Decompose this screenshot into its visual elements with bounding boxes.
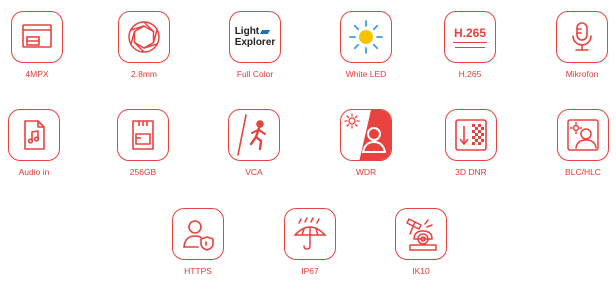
feature-blc-hlc: BLC/HLC [543,109,616,177]
feature-label: 3D DNR [455,167,487,177]
feature-label: 2.8mm [131,69,157,79]
resolution-icon [11,11,63,63]
feature-label: Full Color [236,69,274,79]
microphone-icon [556,11,608,63]
sd-card-icon [117,109,169,161]
audio-file-icon [8,109,60,161]
backlight-icon [557,109,609,161]
noise-reduction-icon [445,109,497,161]
feature-full-color: Light Explorer Full Color [215,11,295,79]
logo-text-explorer: Explorer [234,37,276,48]
feature-3d-dnr: 3D DNR [431,109,511,177]
feature-label: Audio in [18,167,50,177]
feature-wdr: WDR [326,109,406,177]
feature-label: Mikrofon [565,69,599,79]
feature-label: IP67 [301,266,319,276]
feature-h265: H.265 H.265 [430,11,510,79]
sun-icon [340,11,392,63]
h265-icon: H.265 [444,11,496,63]
feature-4mpx: 4MPX [0,11,77,79]
intrusion-icon [228,109,280,161]
light-explorer-icon: Light Explorer [229,11,281,63]
feature-lens: 2.8mm [104,11,184,79]
aperture-icon [118,11,170,63]
feature-label: BLC/HLC [565,167,601,177]
feature-label: HTTPS [184,266,212,276]
umbrella-rain-icon [284,208,336,260]
feature-white-led: White LED [326,11,406,79]
vandal-hammer-icon [395,208,447,260]
feature-ik10: IK10 [381,208,461,276]
h265-text: H.265 [452,26,488,43]
feature-label: White LED [345,69,387,79]
secure-user-icon [172,208,224,260]
feature-vca: VCA [214,109,294,177]
feature-label: 4MPX [25,69,49,79]
feature-storage: 256GB [103,109,183,177]
feature-label: WDR [355,167,377,177]
feature-microphone: Mikrofon [542,11,616,79]
logo-text-light: Light [234,26,260,37]
feature-audio-in: Audio in [0,109,74,177]
feature-label: 256GB [129,167,157,177]
feature-https: HTTPS [158,208,238,276]
feature-label: IK10 [412,266,430,276]
feature-label: VCA [245,167,263,177]
wdr-icon [340,109,392,161]
feature-label: H.265 [458,69,482,79]
feature-ip67: IP67 [270,208,350,276]
